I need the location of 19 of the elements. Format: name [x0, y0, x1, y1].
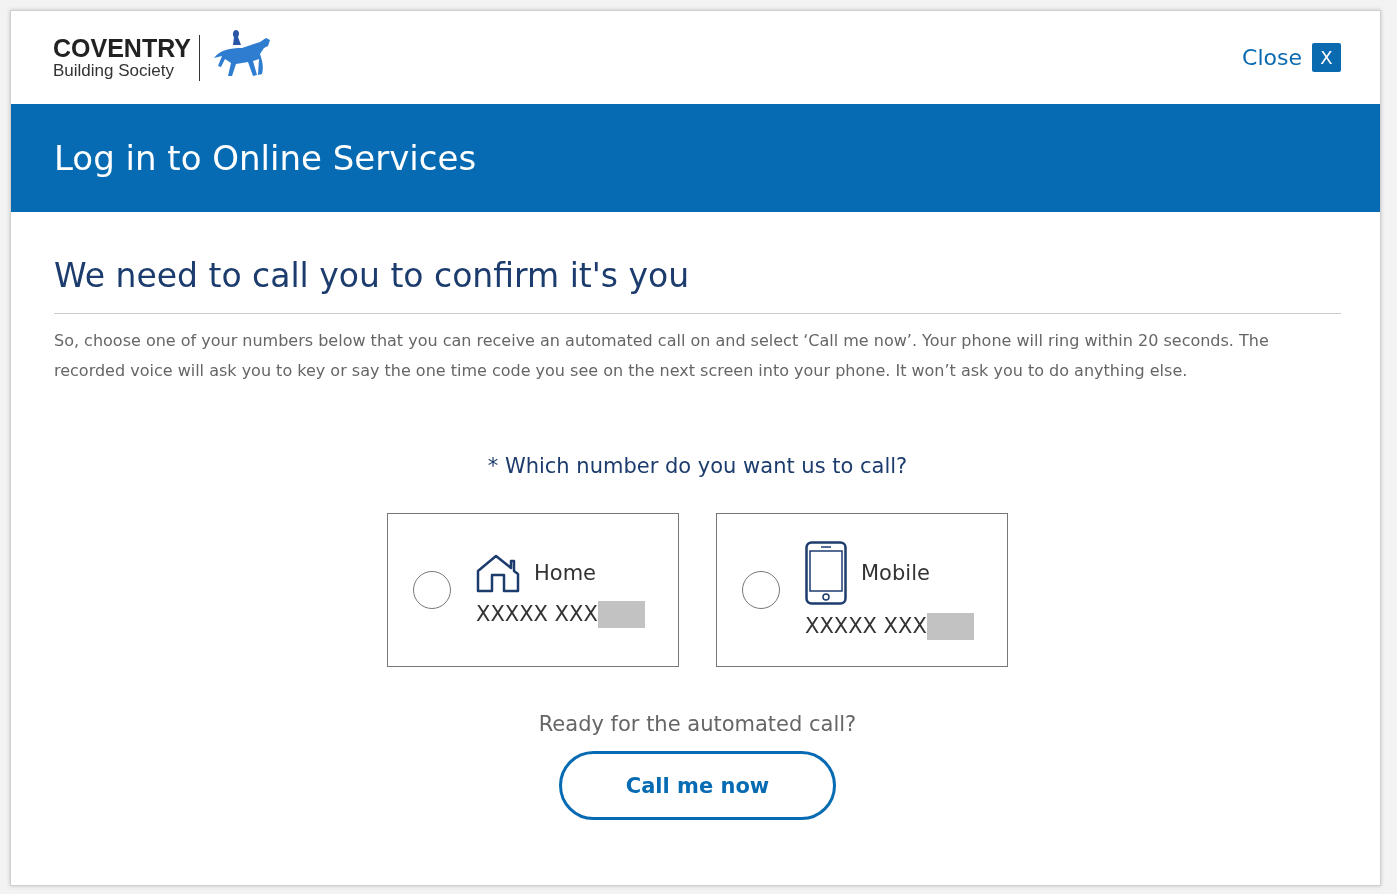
logo-subtitle: Building Society — [53, 60, 175, 81]
close-button[interactable]: Close X — [1242, 43, 1341, 72]
phone-option-card[interactable]: Home XXXXX XXX — [387, 513, 679, 667]
phone-number: XXXXX XXX — [476, 602, 598, 626]
logo-wordmark: COVENTRY — [53, 34, 191, 61]
house-icon — [476, 552, 520, 593]
mobile-phone-icon — [805, 540, 847, 605]
call-me-now-button[interactable]: Call me now — [559, 751, 836, 820]
phone-number: XXXXX XXX — [805, 614, 927, 638]
section-heading: We need to call you to confirm it's you — [54, 256, 1341, 314]
question-label: * Which number do you want us to call? — [486, 454, 909, 478]
instructions-paragraph: So, choose one of your numbers below that you can receive an automated call on and select ‘Call me now’. Your phone will ring within 20 seconds. The recorded voice will ask you to key or say the one time code you see on the next screen into your phone. It won’t ask you to do anything else. — [54, 330, 1270, 382]
option-label: Home — [534, 560, 596, 585]
page-title: Log in to Online Services — [54, 138, 477, 178]
phone-option-card[interactable]: Mobile XXXXX XXX — [716, 513, 1008, 667]
option-label: Mobile — [861, 560, 930, 585]
redaction-block — [597, 600, 645, 628]
ready-prompt: Ready for the automated call? — [537, 712, 858, 736]
redaction-block — [926, 612, 974, 640]
